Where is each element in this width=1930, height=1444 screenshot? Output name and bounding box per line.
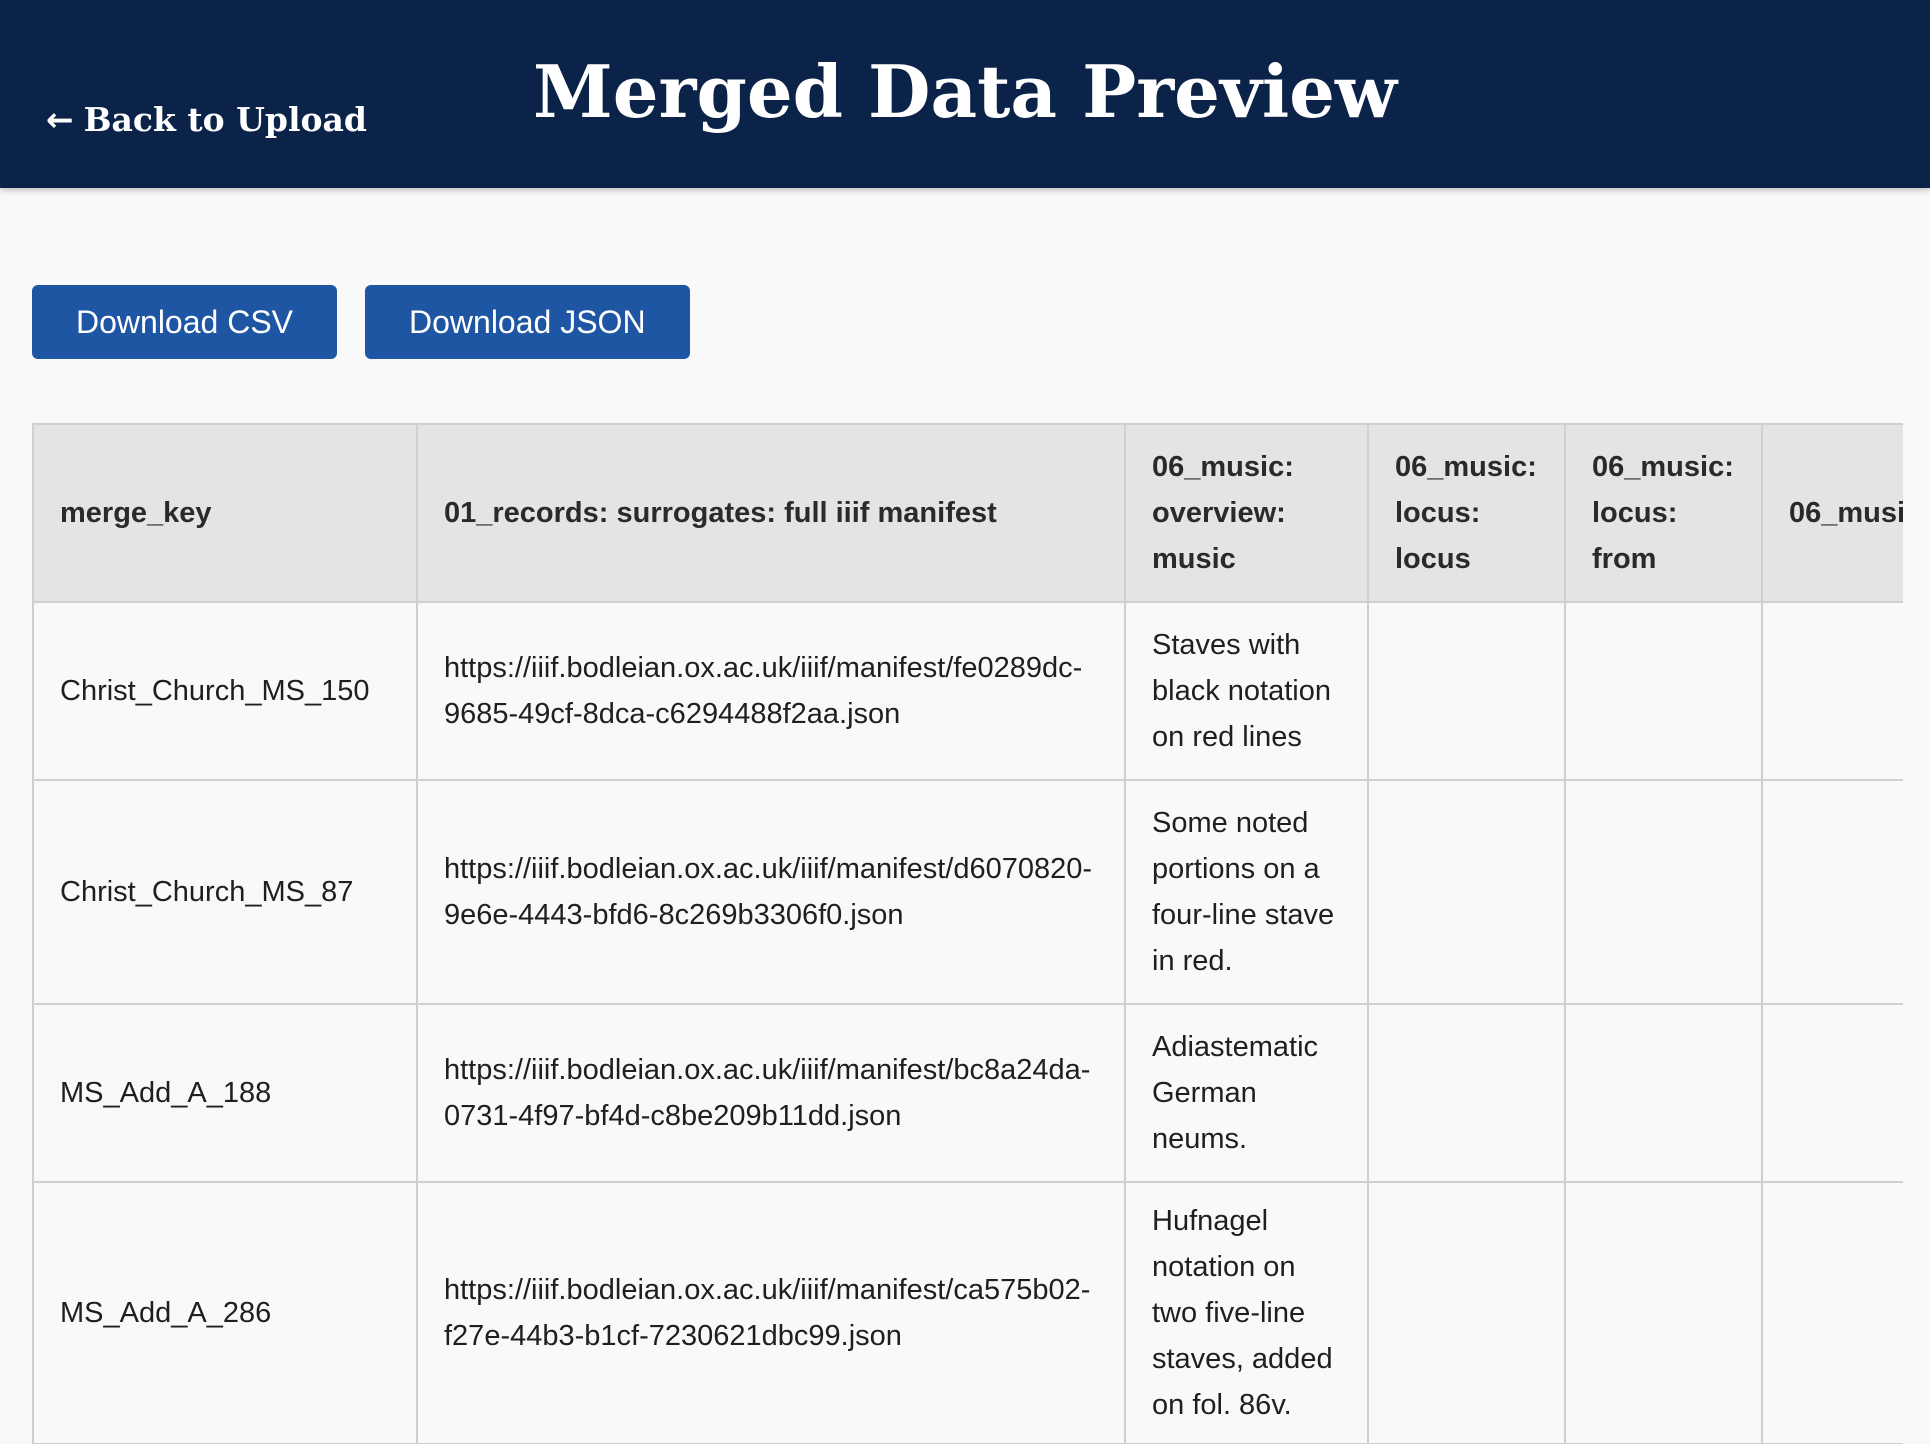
- cell-music-overview: Adiastematic German neums.: [1124, 1003, 1369, 1183]
- cell-iiif-manifest: https://iiif.bodleian.ox.ac.uk/iiif/mani…: [416, 1003, 1126, 1183]
- cell-music-locus-to: [1761, 1003, 1903, 1183]
- table-scroll-container[interactable]: merge_key 01_records: surrogates: full i…: [32, 423, 1903, 1444]
- cell-music-locus-to: [1761, 779, 1903, 1005]
- page-header: ← Back to Upload Merged Data Preview: [0, 0, 1930, 188]
- cell-iiif-manifest: https://iiif.bodleian.ox.ac.uk/iiif/mani…: [416, 779, 1126, 1005]
- cell-iiif-manifest: https://iiif.bodleian.ox.ac.uk/iiif/mani…: [416, 601, 1126, 781]
- column-header-iiif-manifest[interactable]: 01_records: surrogates: full iiif manife…: [416, 423, 1126, 603]
- column-header-merge-key[interactable]: merge_key: [32, 423, 418, 603]
- cell-merge-key: MS_Add_A_188: [32, 1003, 418, 1183]
- cell-music-locus: [1367, 1181, 1566, 1444]
- cell-music-locus-from: [1564, 1003, 1763, 1183]
- cell-music-locus: [1367, 1003, 1566, 1183]
- cell-music-locus-to: [1761, 1181, 1903, 1444]
- table-row: MS_Add_A_188 https://iiif.bodleian.ox.ac…: [32, 1003, 1903, 1183]
- column-header-music-locus-to[interactable]: 06_music: locus: to: [1761, 423, 1903, 603]
- download-json-button[interactable]: Download JSON: [365, 285, 690, 359]
- cell-music-locus: [1367, 601, 1566, 781]
- cell-music-locus-from: [1564, 1181, 1763, 1444]
- cell-music-locus-from: [1564, 779, 1763, 1005]
- cell-music-locus-to: [1761, 601, 1903, 781]
- merged-data-table: merge_key 01_records: surrogates: full i…: [32, 423, 1903, 1444]
- cell-music-overview: Some noted portions on a four-line stave…: [1124, 779, 1369, 1005]
- table-row: Christ_Church_MS_150 https://iiif.bodlei…: [32, 601, 1903, 781]
- table-row: MS_Add_A_286 https://iiif.bodleian.ox.ac…: [32, 1181, 1903, 1444]
- cell-merge-key: Christ_Church_MS_87: [32, 779, 418, 1005]
- column-header-music-overview[interactable]: 06_music: overview: music: [1124, 423, 1369, 603]
- table-row: Christ_Church_MS_87 https://iiif.bodleia…: [32, 779, 1903, 1005]
- column-header-music-locus-from[interactable]: 06_music: locus: from: [1564, 423, 1763, 603]
- cell-merge-key: Christ_Church_MS_150: [32, 601, 418, 781]
- cell-music-overview: Hufnagel notation on two five-line stave…: [1124, 1181, 1369, 1444]
- cell-music-locus: [1367, 779, 1566, 1005]
- page-title: Merged Data Preview: [533, 49, 1397, 134]
- cell-music-overview: Staves with black notation on red lines: [1124, 601, 1369, 781]
- column-header-music-locus[interactable]: 06_music: locus: locus: [1367, 423, 1566, 603]
- download-actions: Download CSV Download JSON: [32, 285, 690, 359]
- cell-iiif-manifest: https://iiif.bodleian.ox.ac.uk/iiif/mani…: [416, 1181, 1126, 1444]
- table-header-row: merge_key 01_records: surrogates: full i…: [32, 423, 1903, 603]
- download-csv-button[interactable]: Download CSV: [32, 285, 337, 359]
- cell-music-locus-from: [1564, 601, 1763, 781]
- cell-merge-key: MS_Add_A_286: [32, 1181, 418, 1444]
